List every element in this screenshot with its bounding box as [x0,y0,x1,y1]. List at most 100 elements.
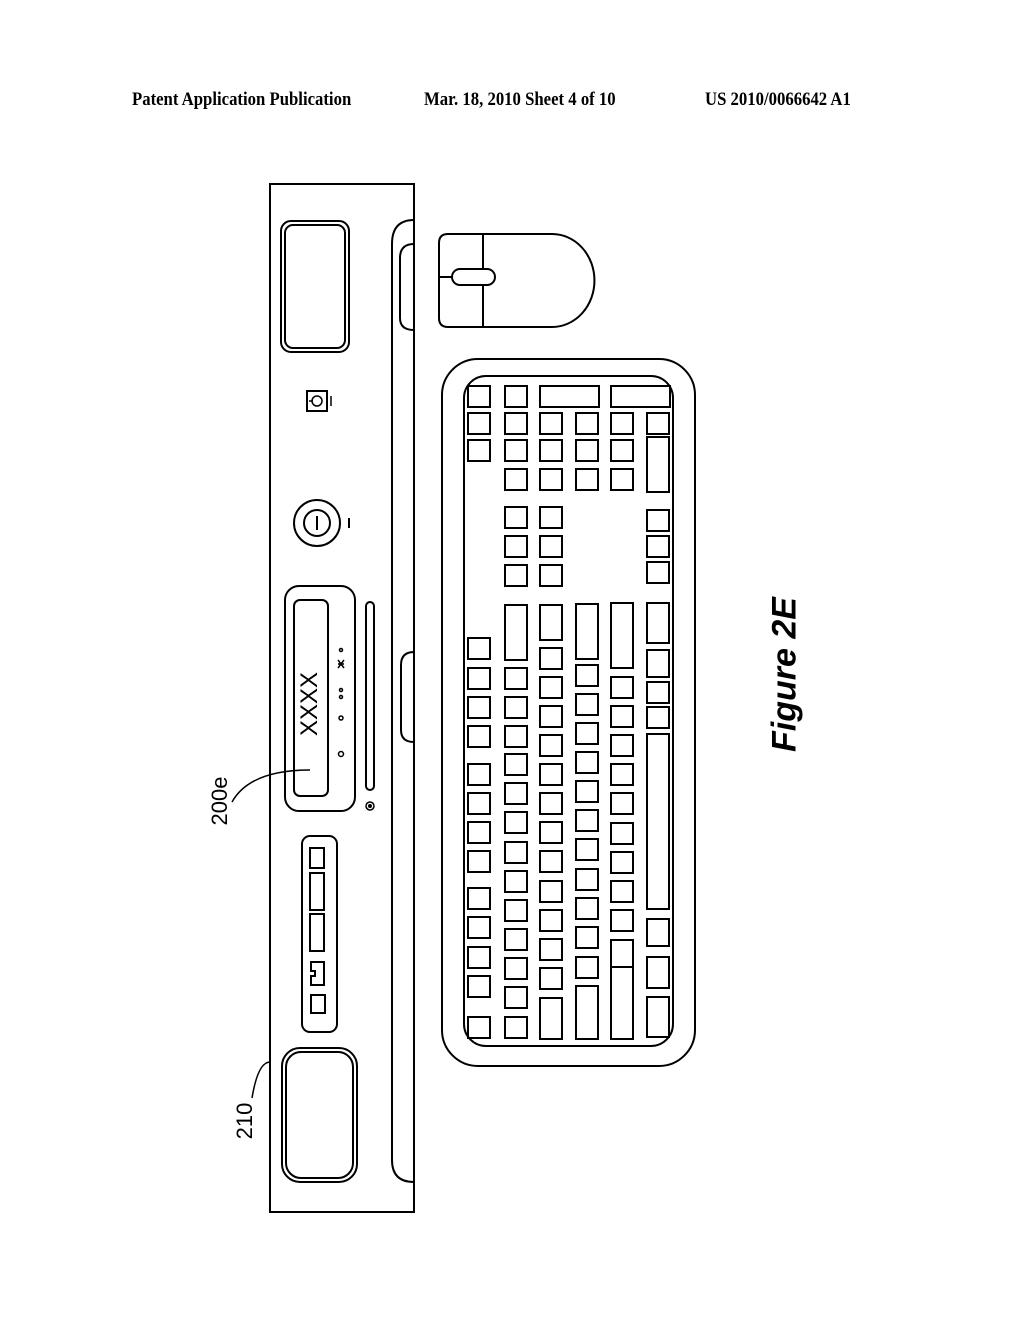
keyboard-key [539,676,563,699]
keyboard-key [610,705,634,728]
keyboard-key [539,880,563,903]
keyboard-key [504,753,528,776]
keyboard-key [467,887,491,910]
keyboard-key [504,468,528,491]
keyboard-key [539,506,563,529]
keyboard-key [610,939,634,968]
keyboard-key [610,439,634,462]
keyboard-key [610,966,634,1040]
keyboard-key [646,649,670,678]
keyboard-key [504,696,528,719]
keyboard-key [575,926,599,949]
keyboard-key [575,693,599,716]
keyboard-key [575,439,599,462]
keyboard-key [467,916,491,939]
keyboard-key [504,412,528,435]
standby-icon [306,390,332,412]
keyboard-key [646,412,670,435]
patent-figure [231,183,696,1213]
keyboard-key [539,938,563,961]
keyboard-key [646,436,670,493]
keyboard-key [646,918,670,947]
keyboard-key [539,734,563,757]
power-button-icon [293,499,350,547]
keyboard-key [610,602,634,669]
keyboard-key [610,880,634,903]
keyboard-key [467,946,491,969]
keyboard-key [467,821,491,844]
card-reader-ports [301,835,338,1033]
keyboard-key [504,535,528,558]
keyboard-key [467,792,491,815]
keyboard-key [504,870,528,893]
keyboard-key [610,412,634,435]
keyboard-key [504,1016,528,1039]
keyboard-key [610,676,634,699]
keyboard-key [504,899,528,922]
keyboard-key [504,725,528,748]
keyboard-key [575,868,599,891]
keyboard-key [539,850,563,873]
keyboard-key [646,509,670,532]
keyboard-key [504,604,528,661]
mouse [438,233,596,328]
keyboard-key [504,667,528,690]
keyboard-key [646,706,670,729]
keyboard-key [646,996,670,1038]
keyboard-key [467,385,491,408]
reference-label-200e: 200e [207,776,232,826]
keyboard-key [504,841,528,864]
keyboard-key [539,439,563,462]
keyboard-key [575,412,599,435]
keyboard-key [467,1016,491,1039]
keyboard-key [539,564,563,587]
keyboard-key [504,957,528,980]
keyboard-key [646,733,670,910]
keyboard-key [575,897,599,920]
keyboard-key [575,985,599,1040]
keyboard-key [504,782,528,805]
keyboard-key [575,956,599,979]
keyboard-key [504,385,528,408]
keyboard-key [539,821,563,844]
keyboard-key [575,468,599,491]
keyboard-key [539,792,563,815]
keyboard-key [467,763,491,786]
keyboard-key [504,986,528,1009]
keyboard-key [575,751,599,774]
keyboard-key [646,535,670,558]
figure-caption: Figure 2E [765,597,804,752]
keyboard-key [539,647,563,670]
keyboard-key [539,385,600,408]
keyboard-key [575,838,599,861]
keyboard-key [504,811,528,834]
keyboard-key [610,792,634,815]
keyboard-key [504,439,528,462]
keyboard-key [610,385,671,408]
keyboard-key [646,561,670,584]
keyboard-key [610,468,634,491]
keyboard-key [539,763,563,786]
reference-label-210: 210 [232,1102,257,1140]
keyboard-key [467,696,491,719]
keyboard-key [646,956,670,989]
keyboard-key [467,850,491,873]
keyboard-key [539,909,563,932]
keyboard-key [539,468,563,491]
keyboard-key [467,975,491,998]
keyboard-key [610,822,634,845]
media-slot [365,601,375,791]
keyboard-key [539,535,563,558]
keyboard-key [467,439,491,462]
display-text: XXXX [296,671,323,737]
keyboard-key [539,997,563,1040]
keyboard-key [539,967,563,990]
keyboard-key [539,412,563,435]
keyboard-key [504,928,528,951]
keyboard-key [467,725,491,748]
keyboard-key [467,667,491,690]
keyboard-key [539,604,563,641]
keyboard-key [467,637,491,660]
keyboard-key [575,809,599,832]
keyboard-key [610,851,634,874]
